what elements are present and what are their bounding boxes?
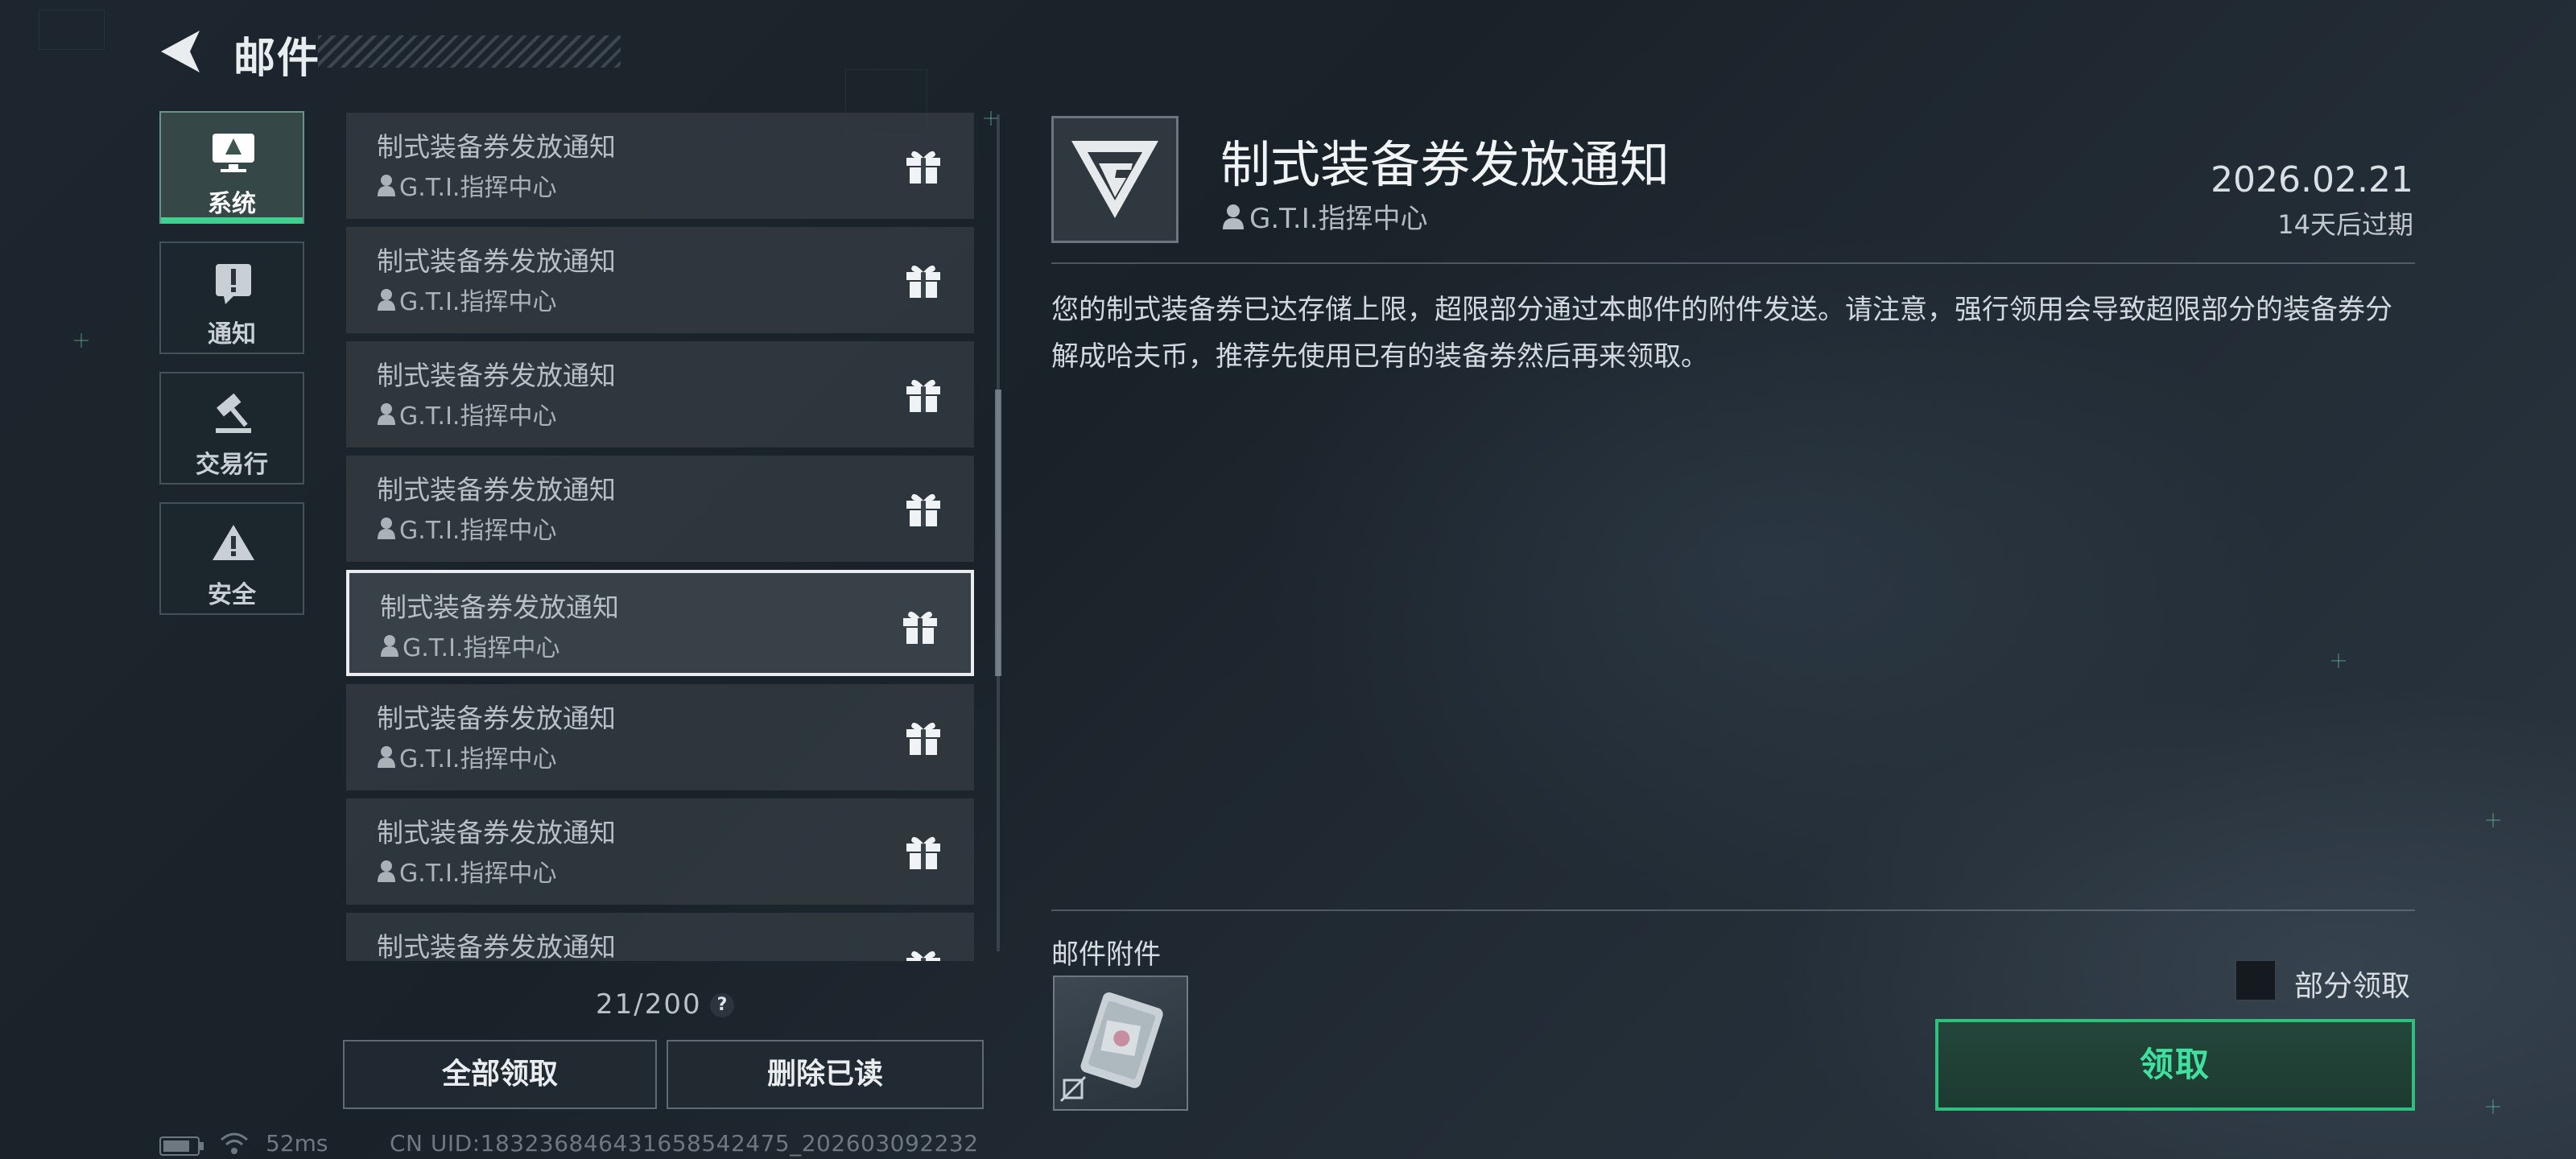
background-frame bbox=[39, 10, 105, 50]
sender-name: G.T.I.指挥中心 bbox=[399, 402, 557, 431]
back-arrow-icon[interactable] bbox=[158, 27, 203, 76]
mail-item-title: 制式装备券发放通知 bbox=[380, 592, 619, 623]
mail-item-sender: G.T.I.指挥中心 bbox=[380, 628, 559, 663]
mail-detail-sender: G.T.I.指挥中心 bbox=[1222, 196, 1428, 236]
voucher-package-icon bbox=[1059, 992, 1163, 1103]
mail-item-sender: G.T.I.指挥中心 bbox=[377, 167, 556, 203]
partial-claim-label: 部分领取 bbox=[2294, 970, 2411, 1003]
battery-icon bbox=[159, 1136, 204, 1156]
gift-icon bbox=[903, 488, 943, 528]
background-cross bbox=[2331, 654, 2346, 668]
person-icon bbox=[378, 746, 395, 768]
wifi-icon bbox=[221, 1132, 248, 1154]
gavel-icon bbox=[216, 393, 251, 433]
category-tab-trade[interactable]: 交易行 bbox=[159, 372, 304, 485]
mail-item-sender: G.T.I.指挥中心 bbox=[377, 510, 556, 546]
mail-item-title: 制式装备券发放通知 bbox=[377, 474, 616, 505]
sender-logo bbox=[1051, 116, 1179, 243]
sender-name: G.T.I.指挥中心 bbox=[1249, 203, 1428, 235]
mail-item-sender: G.T.I.指挥中心 bbox=[377, 396, 556, 431]
network-latency: 52ms bbox=[266, 1130, 328, 1157]
help-icon[interactable]: ? bbox=[710, 993, 734, 1017]
gift-icon bbox=[903, 945, 943, 961]
mail-list-item[interactable]: 制式装备券发放通知 G.T.I.指挥中心 bbox=[346, 684, 974, 790]
mail-list-item[interactable]: 制式装备券发放通知 G.T.I.指挥中心 bbox=[346, 341, 974, 448]
gift-icon bbox=[903, 716, 943, 757]
attachments-label: 邮件附件 bbox=[1051, 938, 1161, 971]
mail-count: 21/200 bbox=[596, 988, 702, 1021]
sender-name: G.T.I.指挥中心 bbox=[399, 745, 557, 773]
gift-icon bbox=[900, 605, 940, 645]
mail-item-sender: G.T.I.指挥中心 bbox=[377, 739, 556, 774]
gift-icon bbox=[903, 145, 943, 185]
gift-icon bbox=[903, 373, 943, 414]
category-tab-system[interactable]: 系统 bbox=[159, 111, 304, 224]
delete-read-button[interactable]: 删除已读 bbox=[667, 1040, 984, 1109]
gti-logo-icon bbox=[1071, 141, 1158, 218]
person-icon bbox=[378, 518, 395, 539]
monitor-icon bbox=[213, 134, 254, 172]
attachment-item[interactable] bbox=[1053, 975, 1188, 1111]
sender-name: G.T.I.指挥中心 bbox=[402, 634, 560, 662]
person-icon bbox=[1223, 204, 1244, 229]
divider bbox=[1051, 262, 2415, 264]
warning-icon bbox=[213, 525, 254, 560]
mail-item-sender: G.T.I.指挥中心 bbox=[377, 853, 556, 889]
category-label: 安全 bbox=[208, 581, 256, 609]
mail-item-title: 制式装备券发放通知 bbox=[377, 931, 616, 961]
mail-body: 您的制式装备券已达存储上限，超限部分通过本邮件的附件发送。请注意，强行领用会导致… bbox=[1051, 294, 2392, 373]
mail-item-sender: G.T.I.指挥中心 bbox=[377, 282, 556, 317]
person-icon bbox=[378, 860, 395, 882]
mail-item-title: 制式装备券发放通知 bbox=[377, 703, 616, 734]
category-label: 通知 bbox=[208, 320, 256, 349]
mail-item-title: 制式装备券发放通知 bbox=[377, 131, 616, 163]
mail-list-item[interactable]: 制式装备券发放通知 bbox=[346, 913, 974, 961]
mail-expiry: 14天后过期 bbox=[2277, 209, 2413, 240]
partial-claim-checkbox[interactable] bbox=[2235, 959, 2277, 1001]
mail-item-title: 制式装备券发放通知 bbox=[377, 245, 616, 277]
exclamation-icon bbox=[216, 264, 251, 304]
divider bbox=[1051, 909, 2415, 911]
category-label: 系统 bbox=[208, 190, 256, 218]
person-icon bbox=[378, 175, 395, 196]
mail-item-title: 制式装备券发放通知 bbox=[377, 817, 616, 848]
sender-name: G.T.I.指挥中心 bbox=[399, 860, 557, 888]
page-title: 邮件 bbox=[233, 35, 321, 83]
sender-name: G.T.I.指挥中心 bbox=[399, 174, 557, 202]
gift-icon bbox=[903, 831, 943, 871]
category-tab-notice[interactable]: 通知 bbox=[159, 241, 304, 354]
background-cross bbox=[2486, 1099, 2500, 1114]
background-cross bbox=[74, 333, 89, 348]
mail-list-item[interactable]: 制式装备券发放通知 G.T.I.指挥中心 bbox=[346, 456, 974, 562]
claim-all-button[interactable]: 全部领取 bbox=[343, 1040, 657, 1109]
claim-button[interactable]: 领取 bbox=[1935, 1019, 2415, 1111]
mail-detail-title: 制式装备券发放通知 bbox=[1220, 135, 1670, 194]
mail-list-item[interactable]: 制式装备券发放通知 G.T.I.指挥中心 bbox=[346, 570, 974, 676]
title-decoration bbox=[318, 35, 621, 68]
person-icon bbox=[378, 403, 395, 425]
mail-date: 2026.02.21 bbox=[2211, 159, 2413, 200]
user-uid: CN UID:18323684643165854247­5_2026030922… bbox=[390, 1130, 979, 1157]
mail-item-title: 制式装备券发放通知 bbox=[377, 360, 616, 391]
person-icon bbox=[378, 289, 395, 311]
mail-list-scroll-thumb[interactable] bbox=[995, 390, 1001, 676]
category-label: 交易行 bbox=[196, 451, 268, 479]
sender-name: G.T.I.指挥中心 bbox=[399, 288, 557, 316]
mail-list-item[interactable]: 制式装备券发放通知 G.T.I.指挥中心 bbox=[346, 113, 974, 219]
mail-list-item[interactable]: 制式装备券发放通知 G.T.I.指挥中心 bbox=[346, 798, 974, 905]
mail-list-item[interactable]: 制式装备券发放通知 G.T.I.指挥中心 bbox=[346, 227, 974, 333]
sender-name: G.T.I.指挥中心 bbox=[399, 517, 557, 545]
category-tab-security[interactable]: 安全 bbox=[159, 502, 304, 615]
gift-icon bbox=[903, 259, 943, 299]
person-icon bbox=[381, 635, 398, 657]
background-cross bbox=[2486, 813, 2500, 827]
